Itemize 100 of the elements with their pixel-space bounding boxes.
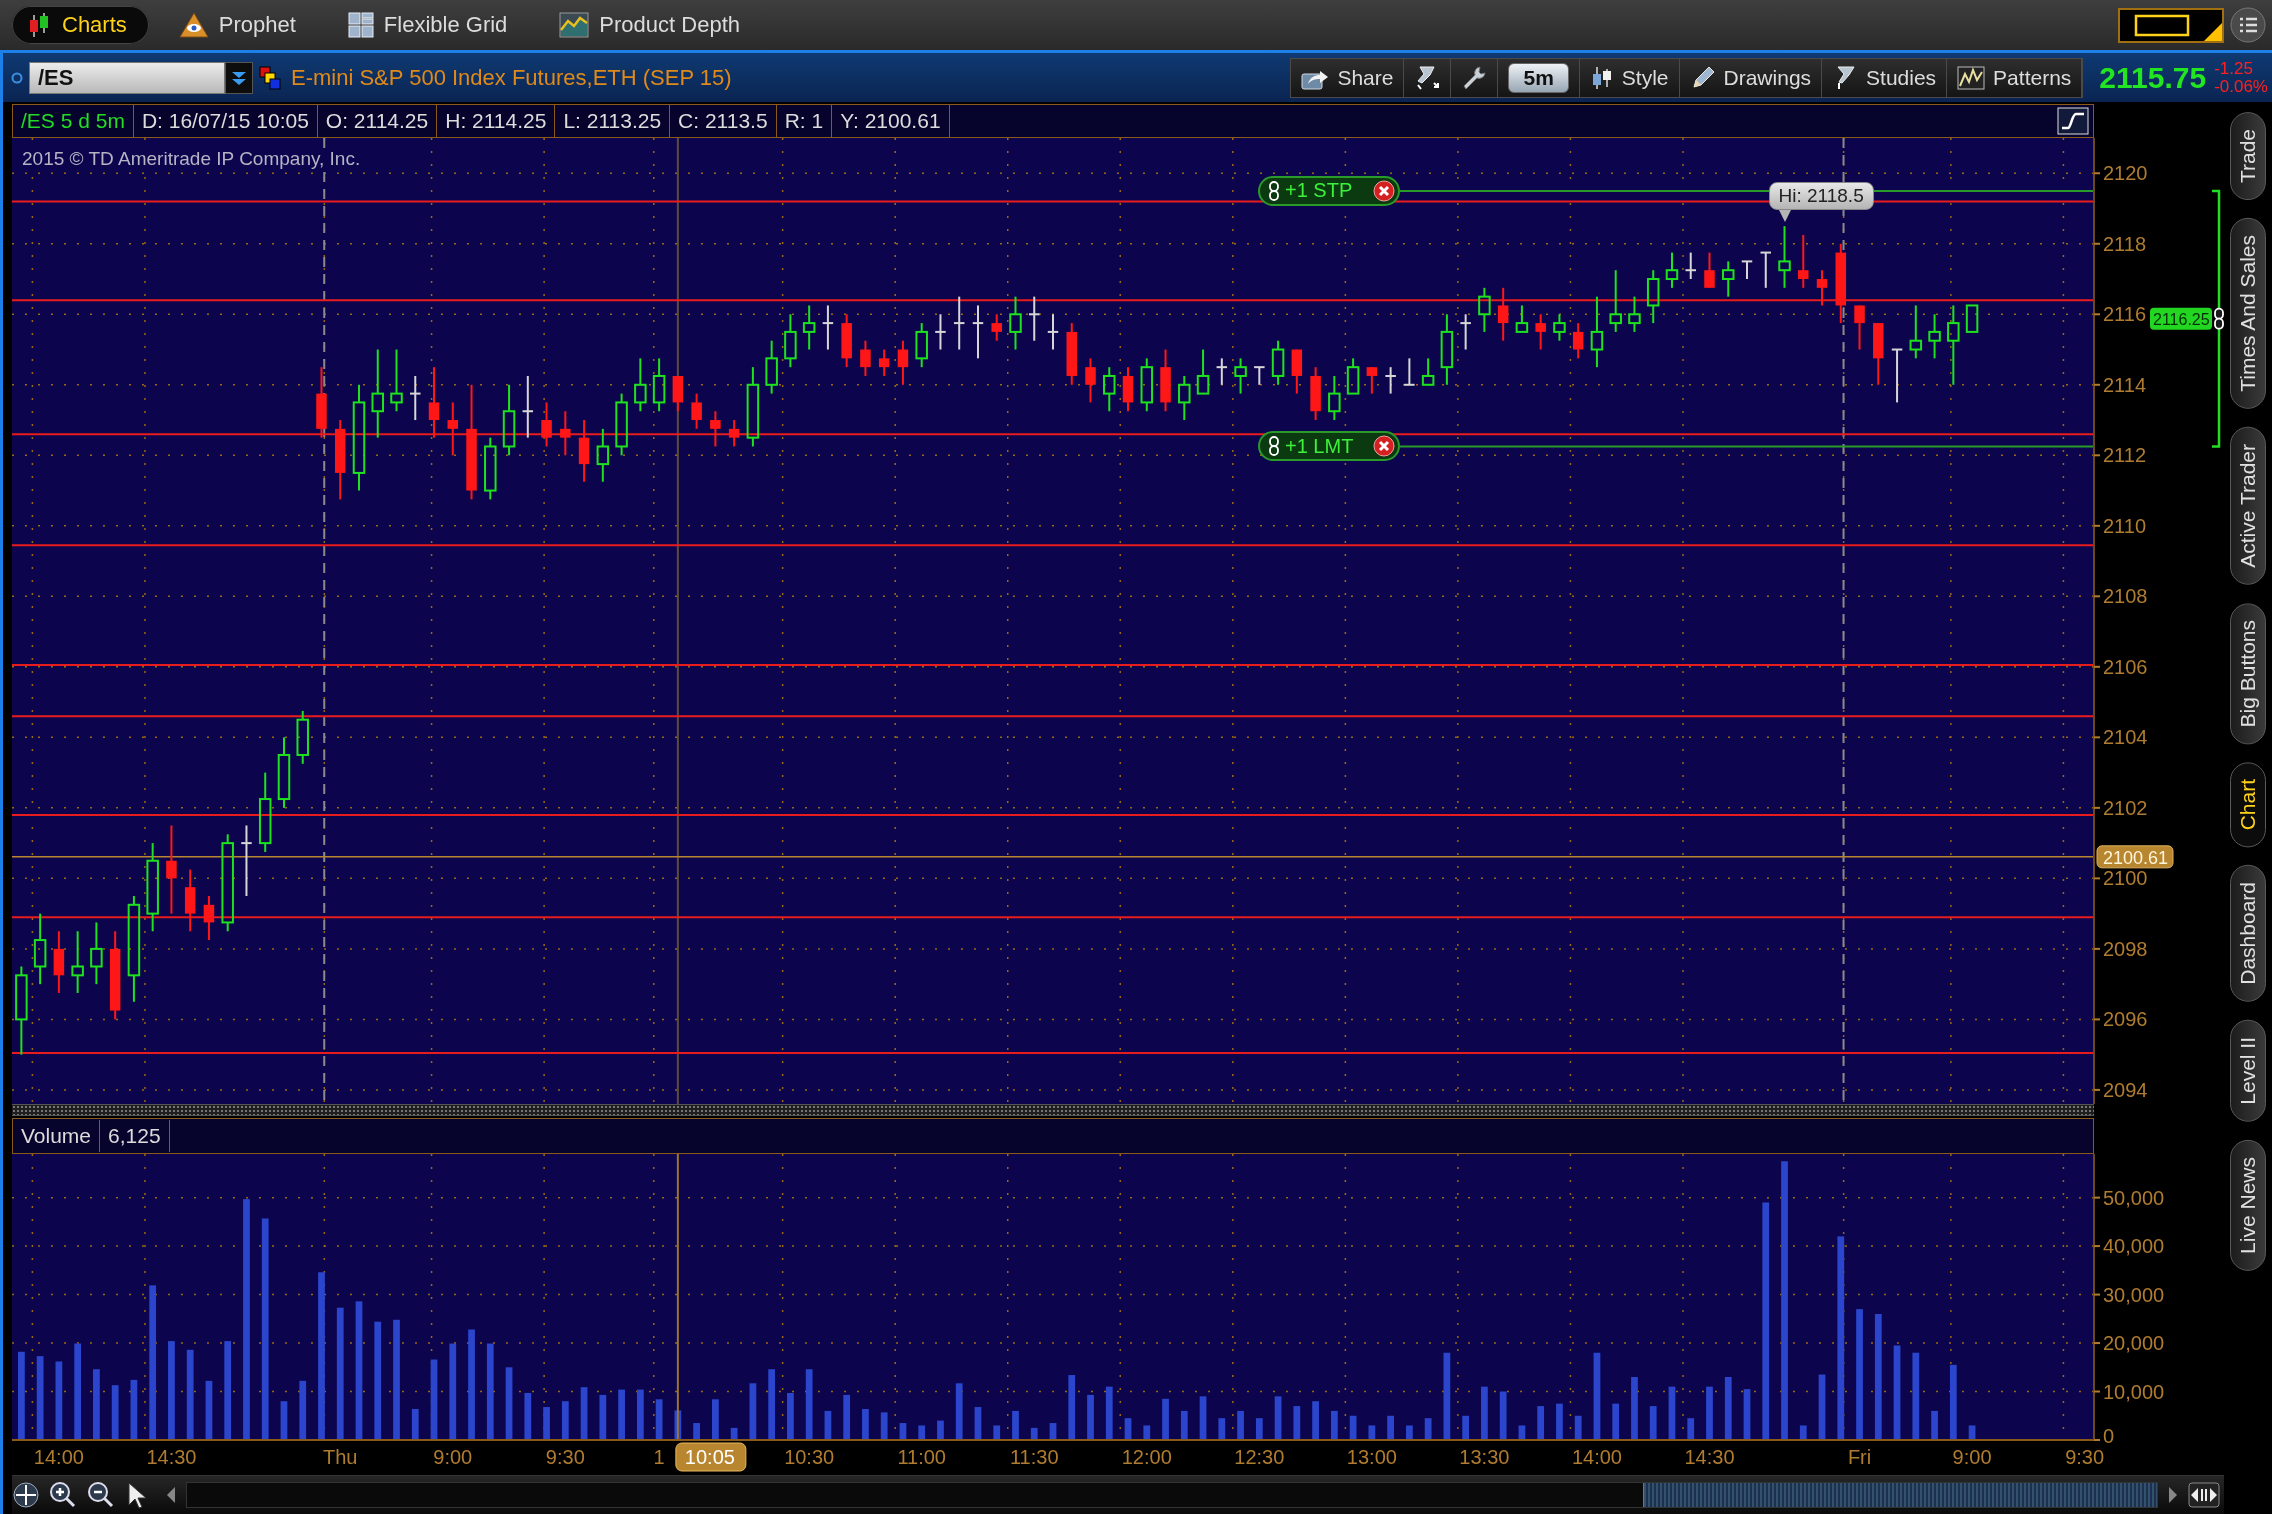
time-axis-label: 10:30 xyxy=(784,1446,835,1468)
right-arrow-icon[interactable] xyxy=(2166,1485,2180,1505)
app-tab[interactable]: Charts xyxy=(12,6,149,44)
expand-icon[interactable] xyxy=(2188,1482,2220,1508)
candlestick xyxy=(1271,339,1285,386)
candlestick xyxy=(1665,251,1679,289)
menu-icon[interactable] xyxy=(2230,7,2266,43)
instrument-description: E-mini S&P 500 Index Futures,ETH (SEP 15) xyxy=(291,64,732,91)
candlestick xyxy=(1310,366,1321,422)
candlestick xyxy=(1346,357,1360,395)
last-price: 2115.75 xyxy=(2099,60,2207,95)
candlestick xyxy=(1384,366,1397,395)
candlestick xyxy=(860,339,871,377)
time-axis-label: 14:00 xyxy=(33,1446,84,1468)
candlestick xyxy=(934,313,947,351)
time-axis-label: Thu xyxy=(323,1446,358,1468)
candlestick xyxy=(634,357,647,413)
drawings-button[interactable]: Drawings xyxy=(1679,58,1823,97)
price-axis-label: 2102 xyxy=(2103,796,2148,819)
side-tab[interactable]: Big Buttons xyxy=(2230,602,2266,744)
close-icon[interactable] xyxy=(1373,435,1395,458)
zoom-in-icon[interactable] xyxy=(48,1480,78,1510)
volume-reading: 6,125 xyxy=(100,1120,170,1152)
time-axis-label: 11:30 xyxy=(1009,1446,1059,1468)
candlestick xyxy=(447,401,459,457)
candlestick xyxy=(952,295,966,351)
share-button[interactable]: Share xyxy=(1291,58,1405,97)
symbol-field[interactable]: /ES xyxy=(29,61,225,94)
ring-icon xyxy=(11,71,23,84)
studies-button[interactable]: Studies xyxy=(1822,58,1948,97)
app-tab[interactable]: Flexible Grid xyxy=(331,6,530,44)
crosshair-icon[interactable] xyxy=(12,1481,40,1509)
candlestick xyxy=(521,374,535,439)
candlestick xyxy=(1854,304,1865,351)
side-tab[interactable]: Live News xyxy=(2230,1139,2266,1271)
candlestick xyxy=(1085,357,1096,404)
price-axis-label: 2098 xyxy=(2103,937,2148,960)
chain-link-icon[interactable] xyxy=(2214,307,2224,330)
candlestick xyxy=(878,348,890,377)
side-tab[interactable]: Active Trader xyxy=(2230,426,2266,585)
candlestick xyxy=(991,313,1002,342)
time-badge: 10:05 xyxy=(675,1442,747,1472)
candlestick xyxy=(1572,322,1584,360)
side-tab[interactable]: Level II xyxy=(2230,1020,2266,1122)
candlestick xyxy=(203,895,215,942)
patterns-button[interactable]: Patterns xyxy=(1947,58,2083,97)
settings-button[interactable] xyxy=(1451,58,1499,97)
candlestick xyxy=(1478,286,1491,333)
style-button[interactable]: Style xyxy=(1579,58,1680,97)
candlestick xyxy=(53,930,65,994)
pane-splitter[interactable] xyxy=(12,1104,2094,1116)
candlestick xyxy=(484,436,497,501)
volume-axis-label: 40,000 xyxy=(2103,1235,2165,1258)
dropdown-button[interactable] xyxy=(225,61,253,94)
order-tag[interactable]: +1 STP xyxy=(1258,175,1400,206)
time-axis-label: 9:30 xyxy=(2065,1446,2105,1468)
side-tab[interactable]: Trade xyxy=(2230,112,2266,201)
candlestick xyxy=(1497,286,1509,342)
candlestick xyxy=(615,392,628,457)
time-axis-label: 14:30 xyxy=(1684,1446,1735,1468)
edit-studies-button[interactable] xyxy=(1404,58,1452,97)
price-axis-label: 2106 xyxy=(2103,655,2148,678)
scrollbar-track[interactable] xyxy=(186,1482,2158,1508)
volume-axis-label: 20,000 xyxy=(2103,1332,2165,1355)
readout-field: L: 2113.25 xyxy=(555,105,671,137)
app-tab[interactable]: Prophet xyxy=(162,6,318,44)
candlestick xyxy=(560,410,571,457)
zoom-out-icon[interactable] xyxy=(86,1480,116,1510)
interval-button[interactable]: 5m xyxy=(1498,58,1580,97)
scrollbar-thumb[interactable] xyxy=(1643,1483,2157,1507)
side-tab[interactable]: Times And Sales xyxy=(2230,218,2266,409)
candlestick xyxy=(765,339,778,395)
ref-line-label: 2100.61 xyxy=(2103,847,2169,868)
link-box-icon[interactable] xyxy=(2118,7,2224,43)
time-axis-label: 9:30 xyxy=(545,1446,585,1468)
side-tab[interactable]: Chart xyxy=(2230,762,2266,848)
candlestick xyxy=(915,322,928,369)
side-tab[interactable]: Dashboard xyxy=(2230,865,2266,1003)
candlestick xyxy=(578,419,590,483)
candlestick xyxy=(1028,295,1041,342)
app-tab[interactable]: Product Depth xyxy=(543,6,762,44)
candlestick xyxy=(1178,374,1191,422)
candlestick xyxy=(1535,313,1546,351)
candlestick xyxy=(1798,233,1809,289)
price-axis-label: 2096 xyxy=(2103,1008,2148,1031)
close-icon[interactable] xyxy=(1373,179,1395,202)
candlestick xyxy=(652,357,666,413)
candlestick xyxy=(1646,269,1660,325)
candlestick xyxy=(1778,225,1791,289)
candlestick xyxy=(1066,322,1077,386)
time-axis-label: 12:00 xyxy=(1121,1446,1172,1468)
curve-icon[interactable] xyxy=(2057,107,2089,135)
time-axis-label: 9:00 xyxy=(433,1446,473,1468)
time-axis-label: Fri xyxy=(1847,1446,1872,1468)
candlestick xyxy=(897,339,909,386)
order-tag[interactable]: +1 LMT xyxy=(1258,431,1400,462)
readout-field: D: 16/07/15 10:05 xyxy=(133,105,318,137)
candlestick xyxy=(802,304,816,351)
candlestick xyxy=(1160,348,1171,413)
candlestick xyxy=(1873,322,1884,386)
